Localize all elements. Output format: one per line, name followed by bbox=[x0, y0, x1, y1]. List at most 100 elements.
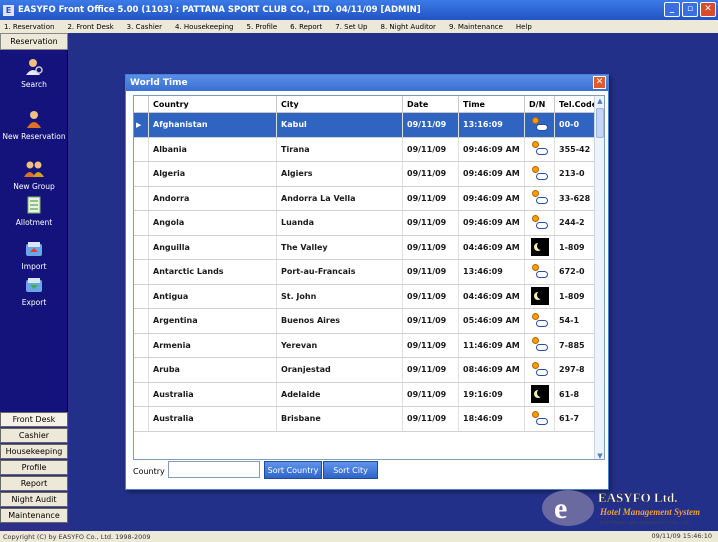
row-indicator bbox=[134, 162, 149, 186]
sidebar-item-export[interactable]: Export bbox=[0, 276, 68, 307]
scroll-down-icon[interactable]: ▼ bbox=[595, 451, 604, 459]
sidebar-item-new-group[interactable]: New Group bbox=[0, 160, 68, 191]
day-sun-icon bbox=[531, 116, 548, 133]
cell-city: Buenos Aires bbox=[277, 309, 403, 333]
cell-date: 09/11/09 bbox=[403, 162, 459, 186]
cell-country: Andorra bbox=[149, 186, 277, 210]
header-dn[interactable]: D/N bbox=[525, 96, 555, 112]
nav-housekeeping[interactable]: Housekeeping bbox=[0, 444, 68, 459]
status-bar: Copyright (C) by EASYFO Co., Ltd. 1998-2… bbox=[0, 531, 718, 542]
sort-country-button[interactable]: Sort Country bbox=[264, 461, 322, 479]
cell-tel-code: 61-7 bbox=[555, 407, 595, 431]
day-sun-icon bbox=[531, 337, 548, 353]
menu-housekeeping[interactable]: 4. Housekeeping bbox=[175, 23, 234, 31]
sidebar-item-allotment[interactable]: Allotment bbox=[0, 196, 68, 227]
minimize-button[interactable]: _ bbox=[664, 2, 680, 17]
cell-city: Yerevan bbox=[277, 333, 403, 357]
cell-country: Albania bbox=[149, 137, 277, 161]
menu-profile[interactable]: 5. Profile bbox=[247, 23, 278, 31]
menu-report[interactable]: 6. Report bbox=[290, 23, 322, 31]
cell-date: 09/11/09 bbox=[403, 333, 459, 357]
cell-time: 13:16:09 bbox=[459, 113, 525, 137]
menu-maintenance[interactable]: 9. Maintenance bbox=[449, 23, 503, 31]
table-row[interactable]: ▶ Afghanistan Kabul 09/11/09 13:16:09 00-0 bbox=[134, 113, 604, 138]
cell-date: 09/11/09 bbox=[403, 235, 459, 259]
sidebar-item-import[interactable]: Import bbox=[0, 240, 68, 271]
sidebar-label-import: Import bbox=[21, 262, 47, 271]
menu-reservation[interactable]: 1. Reservation bbox=[4, 23, 54, 31]
cell-city: Andorra La Vella bbox=[277, 186, 403, 210]
scroll-up-icon[interactable]: ▲ bbox=[595, 96, 604, 106]
table-row[interactable]: Armenia Yerevan 09/11/09 11:46:09 AM 7-885 bbox=[134, 333, 604, 358]
logo-tagline: Hotel Management System bbox=[599, 507, 700, 517]
table-row[interactable]: Angola Luanda 09/11/09 09:46:09 AM 244-2 bbox=[134, 211, 604, 236]
day-sun-icon bbox=[531, 361, 548, 378]
nav-report[interactable]: Report bbox=[0, 476, 68, 491]
cell-country: Algeria bbox=[149, 162, 277, 186]
scroll-thumb[interactable] bbox=[596, 108, 604, 138]
cell-date: 09/11/09 bbox=[403, 382, 459, 406]
cell-dn bbox=[525, 211, 555, 235]
day-sun-icon bbox=[531, 410, 548, 427]
table-row[interactable]: Australia Adelaide 09/11/09 19:16:09 61-8 bbox=[134, 382, 604, 407]
cell-time: 11:46:09 AM bbox=[459, 333, 525, 357]
menu-front-desk[interactable]: 2. Front Desk bbox=[67, 23, 113, 31]
table-row[interactable]: Argentina Buenos Aires 09/11/09 05:46:09 AM… bbox=[134, 309, 604, 334]
cell-country: Anguilla bbox=[149, 235, 277, 259]
header-country[interactable]: Country bbox=[149, 96, 277, 112]
sidebar-item-search[interactable]: Search bbox=[0, 58, 68, 89]
cell-country: Australia bbox=[149, 382, 277, 406]
row-indicator bbox=[134, 260, 149, 284]
nav-night-audit[interactable]: Night Audit bbox=[0, 492, 68, 507]
cell-time: 09:46:09 AM bbox=[459, 137, 525, 161]
cell-city: Brisbane bbox=[277, 407, 403, 431]
header-date[interactable]: Date bbox=[403, 96, 459, 112]
table-row[interactable]: Albania Tirana 09/11/09 09:46:09 AM 355-42 bbox=[134, 137, 604, 162]
menu-help[interactable]: Help bbox=[516, 23, 532, 31]
dialog-close-button[interactable]: ✕ bbox=[593, 76, 606, 89]
cell-tel-code: 61-8 bbox=[555, 382, 595, 406]
grid-scrollbar[interactable]: ▲ ▼ bbox=[594, 96, 604, 459]
sidebar-label-new-group: New Group bbox=[13, 182, 55, 191]
nav-maintenance[interactable]: Maintenance bbox=[0, 508, 68, 523]
menu-cashier[interactable]: 3. Cashier bbox=[127, 23, 162, 31]
world-time-dialog: World Time ✕ Country City Date Time D/N … bbox=[125, 74, 609, 490]
cell-city: Tirana bbox=[277, 137, 403, 161]
nav-profile[interactable]: Profile bbox=[0, 460, 68, 475]
menu-bar: 1. Reservation 2. Front Desk 3. Cashier … bbox=[0, 20, 718, 33]
header-time[interactable]: Time bbox=[459, 96, 525, 112]
cell-country: Aruba bbox=[149, 358, 277, 382]
cell-tel-code: 297-8 bbox=[555, 358, 595, 382]
table-row[interactable]: Antigua St. John 09/11/09 04:46:09 AM 1-809 bbox=[134, 284, 604, 309]
menu-night-auditor[interactable]: 8. Night Auditor bbox=[380, 23, 435, 31]
nav-cashier[interactable]: Cashier bbox=[0, 428, 68, 443]
cell-time: 05:46:09 AM bbox=[459, 309, 525, 333]
cell-date: 09/11/09 bbox=[403, 113, 459, 137]
sidebar-label-search: Search bbox=[21, 80, 47, 89]
reservation-tab[interactable]: Reservation bbox=[0, 33, 68, 50]
table-row[interactable]: Andorra Andorra La Vella 09/11/09 09:46:09 … bbox=[134, 186, 604, 211]
cell-dn bbox=[525, 333, 555, 357]
header-city[interactable]: City bbox=[277, 96, 403, 112]
close-window-button[interactable]: ✕ bbox=[700, 2, 716, 17]
table-row[interactable]: Aruba Oranjestad 09/11/09 08:46:09 AM 297-8 bbox=[134, 358, 604, 383]
cell-tel-code: 7-885 bbox=[555, 333, 595, 357]
table-row[interactable]: Australia Brisbane 09/11/09 18:46:09 61-7 bbox=[134, 407, 604, 432]
maximize-button[interactable]: ▫ bbox=[682, 2, 698, 17]
cell-date: 09/11/09 bbox=[403, 260, 459, 284]
cell-country: Antarctic Lands bbox=[149, 260, 277, 284]
nav-front-desk[interactable]: Front Desk bbox=[0, 412, 68, 427]
dialog-title: World Time bbox=[130, 78, 188, 88]
cell-country: Armenia bbox=[149, 333, 277, 357]
cell-city: Kabul bbox=[277, 113, 403, 137]
country-filter-input[interactable] bbox=[168, 461, 260, 478]
table-row[interactable]: Antarctic Lands Port-au-Francais 09/11/09 1… bbox=[134, 260, 604, 285]
cell-country: Antigua bbox=[149, 284, 277, 308]
menu-setup[interactable]: 7. Set Up bbox=[335, 23, 367, 31]
cell-time: 04:46:09 AM bbox=[459, 284, 525, 308]
table-row[interactable]: Anguilla The Valley 09/11/09 04:46:09 AM 1-8… bbox=[134, 235, 604, 260]
table-row[interactable]: Algeria Algiers 09/11/09 09:46:09 AM 213-0 bbox=[134, 162, 604, 187]
header-tel-code[interactable]: Tel.Code bbox=[555, 96, 597, 112]
sort-city-button[interactable]: Sort City bbox=[323, 461, 378, 479]
sidebar-item-new-reservation[interactable]: New Reservation bbox=[0, 110, 68, 141]
